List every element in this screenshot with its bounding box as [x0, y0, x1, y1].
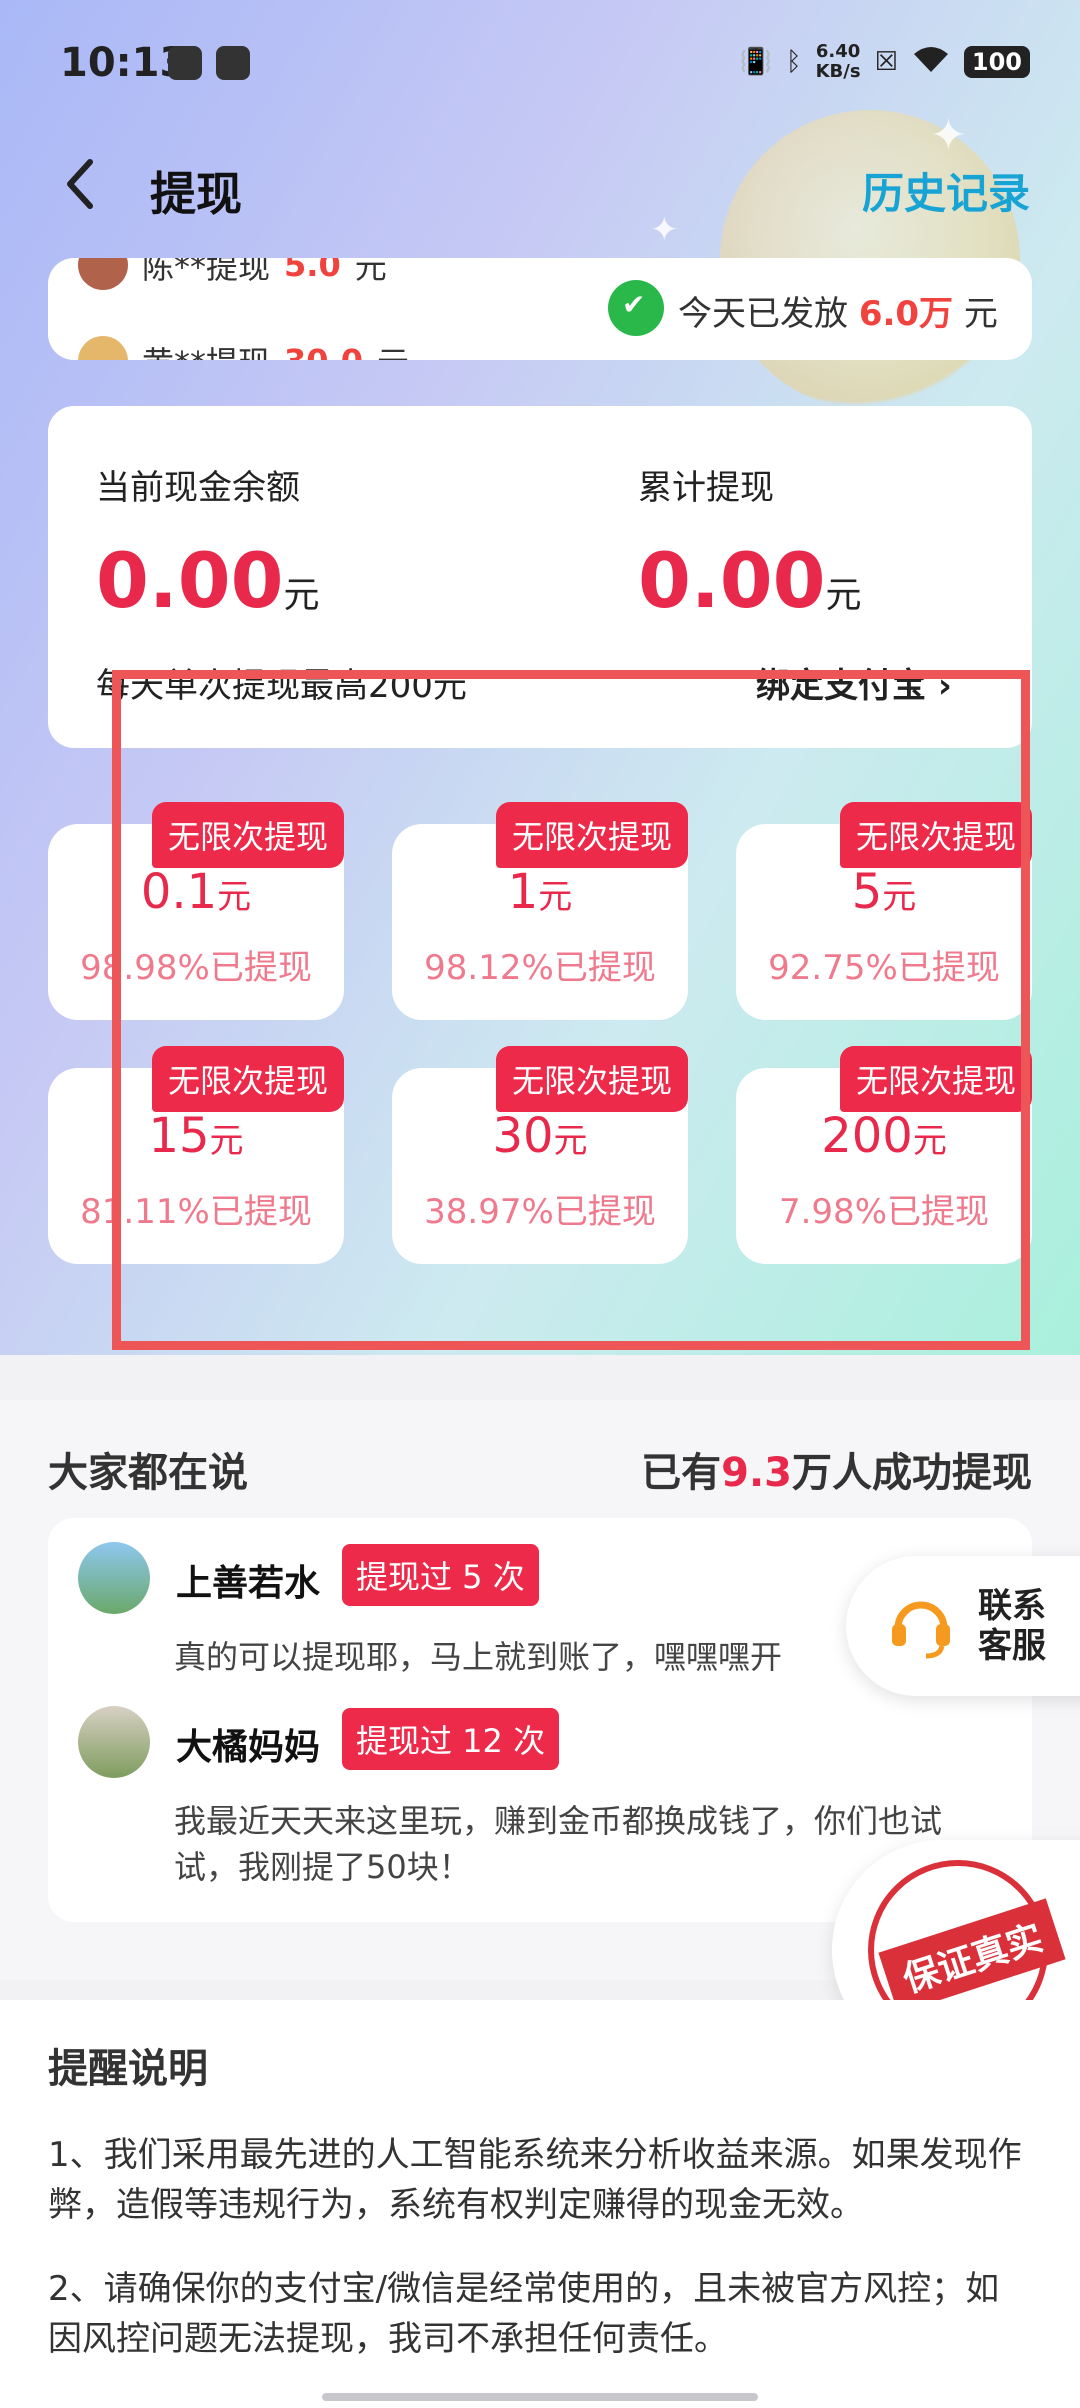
avatar [78, 336, 128, 360]
history-record-link[interactable]: 历史记录 [862, 160, 1030, 221]
comment-author: 上善若水 [176, 1563, 321, 1604]
ticker-row: 黄**提现 30.0 元 [78, 336, 409, 360]
withdraw-ticker: 陈**提现 5.0 元 黄**提现 30.0 元 今天已发放 6.0万 元 [48, 258, 1032, 360]
wifi-icon [912, 44, 950, 81]
current-balance-label: 当前现金余额 [96, 468, 300, 508]
comment-text: 真的可以提现耶，马上就到账了，嘿嘿嘿开 [174, 1638, 783, 1676]
back-arrow-icon[interactable] [60, 156, 100, 212]
highlight-annotation-box [112, 670, 1030, 1350]
sim-off-icon: ☒ [874, 47, 898, 77]
network-speed: 6.40 KB/s [815, 41, 861, 82]
ticker-row: 陈**提现 5.0 元 [78, 258, 387, 290]
avatar [78, 1542, 150, 1614]
note-item: 2、请确保你的支付宝/微信是经常使用的，且未被官方风控；如因风控问题无法提现，我… [48, 2269, 1000, 2359]
app-notification-icon [168, 46, 202, 80]
status-bar: 10:13 📳 ᛒ 6.40 KB/s ☒ 100 [0, 0, 1080, 128]
note-item: 1、我们采用最先进的人工智能系统来分析收益来源。如果发现作弊，造假等违规行为，系… [48, 2135, 1022, 2225]
app-notification-icon [216, 46, 250, 80]
contact-service-label: 联系客服 [978, 1586, 1046, 1666]
current-balance-value: 0.00元 [96, 536, 320, 625]
vibrate-icon: 📳 [739, 47, 772, 77]
avatar [78, 1706, 150, 1778]
headset-icon [892, 1601, 950, 1659]
home-indicator[interactable] [322, 2393, 758, 2401]
avatar [78, 258, 128, 290]
notes-section: 提醒说明 1、我们采用最先进的人工智能系统来分析收益来源。如果发现作弊，造假等违… [0, 2000, 1080, 2408]
battery-indicator: 100 [963, 46, 1030, 78]
comments-title: 大家都在说 [48, 1450, 248, 1496]
notes-title: 提醒说明 [48, 2046, 208, 2092]
notification-icons [168, 46, 250, 80]
success-count: 已有9.3万人成功提现 [641, 1450, 1032, 1496]
header: 提现 历史记录 [0, 140, 1080, 230]
contact-service-button[interactable]: 联系客服 [846, 1556, 1080, 1696]
total-withdrawn-value: 0.00元 [638, 536, 862, 625]
wechat-icon [608, 280, 664, 336]
status-right: 📳 ᛒ 6.40 KB/s ☒ 100 [740, 42, 1030, 82]
bluetooth-icon: ᛒ [786, 47, 802, 77]
issued-today: 今天已发放 6.0万 元 [678, 294, 998, 334]
comment-author: 大橘妈妈 [176, 1727, 321, 1768]
withdraw-count-badge: 提现过 12 次 [342, 1708, 560, 1770]
stamp-text: 保证真实 [878, 1898, 1066, 2014]
page-title: 提现 [150, 167, 242, 221]
withdraw-count-badge: 提现过 5 次 [342, 1544, 539, 1606]
total-withdrawn-label: 累计提现 [638, 468, 774, 508]
